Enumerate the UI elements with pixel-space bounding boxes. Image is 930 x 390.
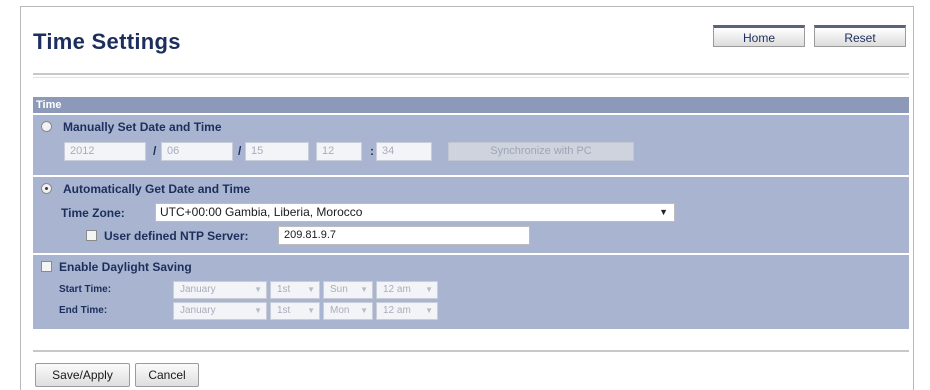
end-month-value: January bbox=[180, 305, 216, 316]
save-apply-button[interactable]: Save/Apply bbox=[35, 363, 130, 387]
date-separator: / bbox=[238, 144, 242, 158]
start-week-value: 1st bbox=[277, 284, 291, 295]
start-month-select[interactable]: January ▼ bbox=[173, 281, 267, 299]
daylight-saving-panel: Enable Daylight Saving Start Time: Janua… bbox=[33, 254, 909, 329]
chevron-down-icon: ▼ bbox=[254, 285, 262, 294]
end-hour-value: 12 am bbox=[383, 305, 411, 316]
ntp-checkbox[interactable] bbox=[86, 230, 97, 241]
chevron-down-icon: ▼ bbox=[425, 285, 433, 294]
start-hour-value: 12 am bbox=[383, 284, 411, 295]
end-day-value: Mon bbox=[330, 305, 350, 316]
settings-frame: Time Settings Home Reset Time Manually S… bbox=[20, 6, 914, 390]
start-day-select[interactable]: Sun ▼ bbox=[323, 281, 373, 299]
start-month-value: January bbox=[180, 284, 216, 295]
minute-input[interactable]: 34 bbox=[376, 142, 432, 161]
timezone-label: Time Zone: bbox=[61, 206, 125, 220]
chevron-down-icon: ▼ bbox=[307, 285, 315, 294]
end-month-select[interactable]: January ▼ bbox=[173, 302, 267, 320]
chevron-down-icon: ▼ bbox=[307, 306, 315, 315]
chevron-down-icon: ▼ bbox=[360, 285, 368, 294]
end-week-value: 1st bbox=[277, 305, 291, 316]
ntp-server-input[interactable]: 209.81.9.7 bbox=[278, 226, 530, 245]
manual-time-radio[interactable] bbox=[41, 121, 52, 132]
timezone-value: UTC+00:00 Gambia, Liberia, Morocco bbox=[160, 205, 363, 219]
divider bbox=[33, 73, 909, 75]
reset-button[interactable]: Reset bbox=[814, 25, 906, 47]
divider bbox=[33, 350, 909, 352]
month-input[interactable]: 06 bbox=[161, 142, 233, 161]
start-time-label: Start Time: bbox=[59, 284, 112, 295]
year-input[interactable]: 2012 bbox=[64, 142, 146, 161]
manual-time-panel: Manually Set Date and Time 2012 / 06 / 1… bbox=[33, 114, 909, 175]
end-week-select[interactable]: 1st ▼ bbox=[270, 302, 320, 320]
section-header-time: Time bbox=[33, 97, 909, 113]
timezone-select[interactable]: UTC+00:00 Gambia, Liberia, Morocco ▼ bbox=[155, 203, 675, 222]
sync-with-pc-button[interactable]: Synchronize with PC bbox=[448, 142, 634, 161]
page-title: Time Settings bbox=[33, 29, 181, 54]
daylight-saving-label: Enable Daylight Saving bbox=[59, 260, 192, 274]
chevron-down-icon: ▼ bbox=[254, 306, 262, 315]
day-input[interactable]: 15 bbox=[245, 142, 309, 161]
manual-time-label: Manually Set Date and Time bbox=[63, 120, 222, 134]
end-time-label: End Time: bbox=[59, 305, 108, 316]
start-week-select[interactable]: 1st ▼ bbox=[270, 281, 320, 299]
cancel-button[interactable]: Cancel bbox=[135, 363, 199, 387]
chevron-down-icon: ▼ bbox=[425, 306, 433, 315]
date-separator: / bbox=[153, 144, 157, 158]
divider bbox=[33, 77, 909, 78]
hour-input[interactable]: 12 bbox=[316, 142, 362, 161]
daylight-saving-checkbox[interactable] bbox=[41, 261, 52, 272]
end-hour-select[interactable]: 12 am ▼ bbox=[376, 302, 438, 320]
auto-time-panel: Automatically Get Date and Time Time Zon… bbox=[33, 176, 909, 253]
end-day-select[interactable]: Mon ▼ bbox=[323, 302, 373, 320]
auto-time-label: Automatically Get Date and Time bbox=[63, 182, 251, 196]
chevron-down-icon: ▼ bbox=[659, 207, 668, 217]
start-day-value: Sun bbox=[330, 284, 348, 295]
time-separator: : bbox=[370, 144, 374, 158]
start-hour-select[interactable]: 12 am ▼ bbox=[376, 281, 438, 299]
home-button[interactable]: Home bbox=[713, 25, 805, 47]
chevron-down-icon: ▼ bbox=[360, 306, 368, 315]
ntp-label: User defined NTP Server: bbox=[104, 229, 249, 243]
auto-time-radio[interactable] bbox=[41, 183, 52, 194]
